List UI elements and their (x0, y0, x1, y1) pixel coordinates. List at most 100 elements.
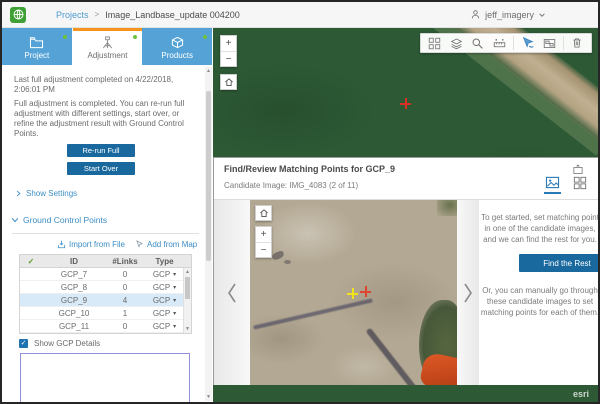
breadcrumb: Projects > Image_Landbase_update 004200 (56, 10, 240, 20)
previous-image-button[interactable] (214, 200, 250, 385)
map-canvas[interactable]: + − (213, 28, 598, 402)
type-dropdown-caret[interactable]: ▾ (173, 284, 176, 291)
gcp-id: GCP_11 (42, 322, 106, 331)
tab-status-dot (133, 35, 137, 39)
next-image-button[interactable] (457, 200, 479, 385)
rerun-full-button[interactable]: Re-run Full (67, 144, 135, 157)
scroll-up-arrow[interactable]: ▲ (205, 67, 212, 75)
photo-vegetation (437, 200, 457, 216)
chevron-right-icon (461, 282, 475, 304)
layers-icon[interactable] (448, 35, 464, 51)
import-icon (57, 240, 66, 249)
chevron-right-icon (15, 190, 22, 197)
tab-label: Products (161, 51, 193, 60)
left-panel: Project Adjustment Products ▲ ▼ Last ful… (2, 28, 213, 402)
table-row[interactable]: GCP_11 0 GCP▾ (20, 320, 191, 333)
tab-adjustment[interactable]: Adjustment (73, 28, 143, 65)
photo-zoom-control: + − (255, 226, 272, 258)
import-from-file-link[interactable]: Import from File (57, 240, 125, 249)
show-gcp-details-label: Show GCP Details (34, 339, 100, 348)
image-frames-icon[interactable] (541, 35, 557, 51)
zoom-in-button[interactable]: + (221, 36, 236, 51)
id-column-header[interactable]: ID (42, 257, 106, 266)
gcp-links: 0 (106, 270, 144, 279)
type-dropdown-caret[interactable]: ▾ (173, 310, 176, 317)
last-adjustment-status: Last full adjustment completed on 4/22/2… (14, 75, 196, 95)
matching-instructions-column: To get started, set matching point in on… (479, 200, 598, 385)
check-column-header: ✓ (20, 257, 42, 266)
table-row[interactable]: GCP_10 1 GCP▾ (20, 307, 191, 320)
table-scroll-thumb[interactable] (185, 277, 190, 299)
gcp-type: GCP (153, 296, 170, 305)
add-from-map-label: Add from Map (147, 240, 197, 249)
home-icon (259, 208, 269, 218)
project-title: Image_Landbase_update 004200 (105, 10, 240, 20)
candidate-image[interactable]: + − (250, 200, 457, 385)
extent-grid-icon[interactable] (427, 35, 443, 51)
scrollbar-thumb[interactable] (206, 91, 211, 261)
show-gcp-details-row: ✓ Show GCP Details (19, 339, 100, 348)
map-zoom-control: + − (220, 35, 237, 67)
tab-status-dot (203, 35, 207, 39)
table-scroll-up[interactable]: ▲ (184, 268, 191, 276)
show-gcp-details-checkbox[interactable]: ✓ (19, 339, 28, 348)
find-the-rest-button[interactable]: Find the Rest (519, 254, 598, 272)
photo-pole-shadow (366, 327, 425, 385)
tab-status-dot (63, 35, 67, 39)
gcp-type: GCP (153, 283, 170, 292)
add-gcp-link-icon[interactable] (520, 35, 536, 51)
type-column-header[interactable]: Type (144, 257, 185, 266)
gcp-id: GCP_8 (42, 283, 106, 292)
delete-icon[interactable] (569, 35, 585, 51)
app-logo-icon[interactable] (10, 7, 26, 23)
panel-scrollbar[interactable]: ▲ ▼ (205, 67, 212, 401)
toolbar-separator (513, 36, 514, 50)
user-menu[interactable]: jeff_imagery (470, 9, 546, 20)
type-dropdown-caret[interactable]: ▾ (173, 297, 176, 304)
tab-products[interactable]: Products (142, 28, 212, 65)
gcp-marker-red-cross[interactable] (400, 98, 411, 109)
gcp-type: GCP (153, 322, 170, 331)
gcp-id: GCP_7 (42, 270, 106, 279)
gcp-section-toggle[interactable]: Ground Control Points (11, 215, 107, 225)
gcp-actions: Import from File Add from Map (57, 240, 197, 249)
user-icon (470, 9, 481, 20)
measure-icon[interactable] (491, 35, 507, 51)
candidate-image-label: Candidate Image: IMG_4083 (2 of 11) (224, 181, 358, 190)
matching-point-yellow-cross[interactable] (347, 288, 358, 299)
breadcrumb-projects-link[interactable]: Projects (56, 10, 89, 20)
grid-view-icon[interactable] (571, 174, 588, 191)
show-settings-toggle[interactable]: Show Settings (15, 189, 77, 198)
esri-watermark: esri (573, 389, 589, 399)
links-column-header[interactable]: #Links (106, 257, 144, 266)
table-row[interactable]: GCP_7 0 GCP▾ (20, 268, 191, 281)
start-over-button[interactable]: Start Over (67, 162, 135, 175)
app-window: Projects > Image_Landbase_update 004200 … (0, 0, 600, 404)
single-image-view-icon[interactable] (544, 174, 561, 191)
photo-shadow (253, 298, 373, 329)
photo-ground-mark (271, 250, 285, 261)
scroll-down-arrow[interactable]: ▼ (205, 393, 212, 401)
tab-project[interactable]: Project (2, 28, 72, 65)
chevron-down-icon (538, 11, 546, 19)
gcp-type: GCP (153, 270, 170, 279)
table-row-selected[interactable]: GCP_9 4 GCP▾ (20, 294, 191, 307)
gcp-point-red-cross[interactable] (360, 286, 371, 297)
instructions-text: To get started, set matching point in on… (479, 212, 598, 245)
photo-zoom-out-button[interactable]: − (256, 242, 271, 257)
table-scroll-down[interactable]: ▼ (184, 325, 191, 333)
table-scrollbar[interactable]: ▲ ▼ (183, 268, 191, 333)
add-from-map-link[interactable]: Add from Map (135, 240, 197, 249)
tab-label: Project (24, 51, 49, 60)
search-icon[interactable] (470, 35, 486, 51)
top-header: Projects > Image_Landbase_update 004200 … (2, 2, 598, 28)
adjustment-panel: Last full adjustment completed on 4/22/2… (2, 65, 205, 402)
table-row[interactable]: GCP_8 0 GCP▾ (20, 281, 191, 294)
photo-home-button[interactable] (255, 205, 272, 221)
home-extent-button[interactable] (220, 74, 237, 90)
photo-zoom-in-button[interactable]: + (256, 227, 271, 242)
type-dropdown-caret[interactable]: ▾ (173, 323, 176, 330)
matching-points-panel: Find/Review Matching Points for GCP_9 Ca… (213, 157, 598, 385)
zoom-out-button[interactable]: − (221, 51, 236, 66)
type-dropdown-caret[interactable]: ▾ (173, 271, 176, 278)
